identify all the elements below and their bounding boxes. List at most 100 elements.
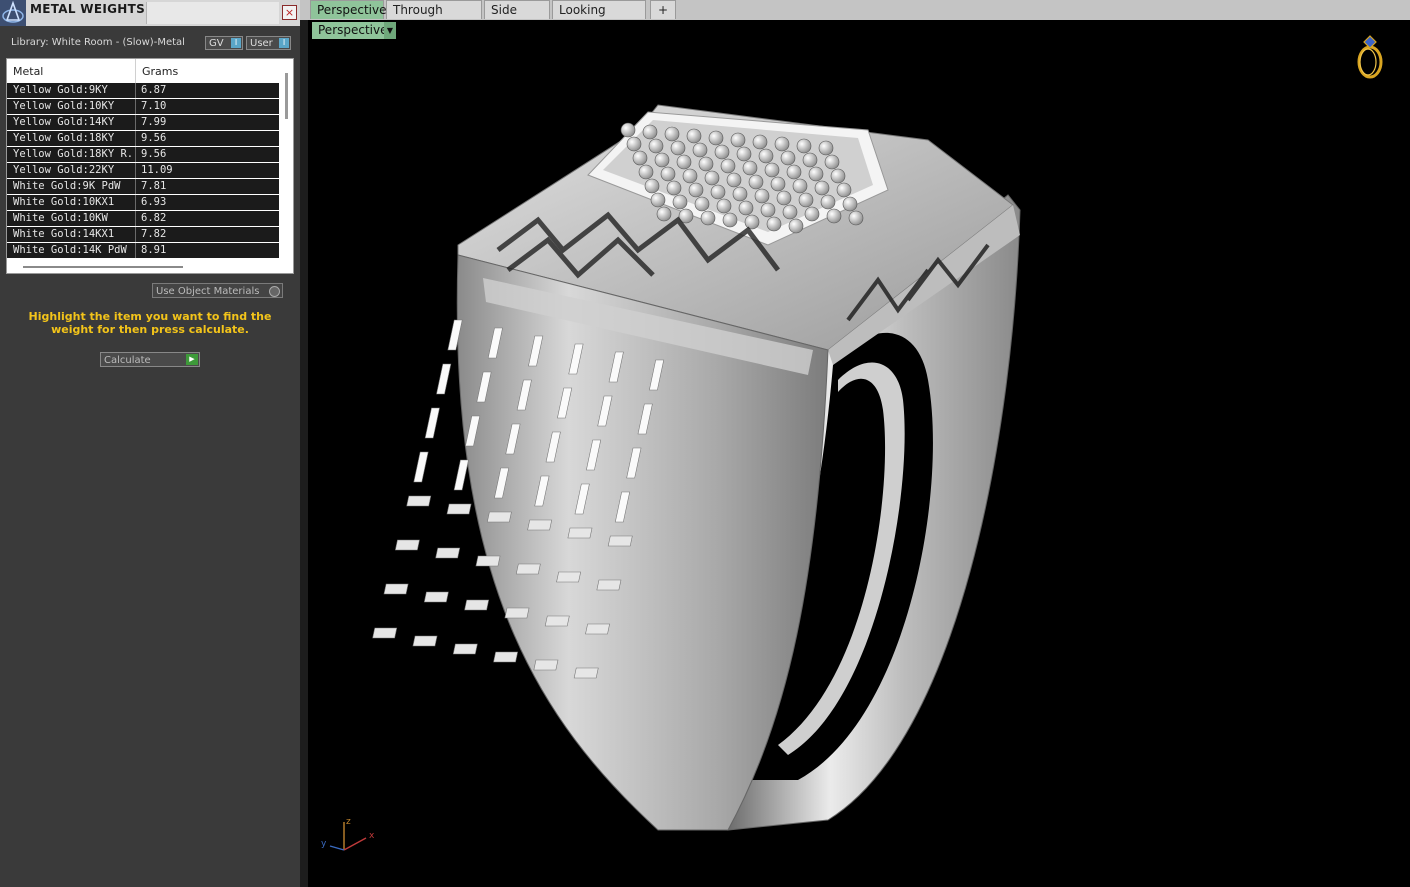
table-body: Yellow Gold:9KY 6.87 Yellow Gold:10KY 7.10… [7, 83, 279, 259]
pave-bead [824, 154, 840, 170]
pave-bead [730, 132, 746, 148]
cell-divider [135, 147, 136, 162]
ring-icon[interactable] [1352, 32, 1388, 83]
view-tab-bar: Perspective Through Finger Side View Loo… [300, 0, 1410, 35]
pave-bead [720, 158, 736, 174]
metal-cell: Yellow Gold:9KY [13, 84, 108, 96]
pave-bead [776, 190, 792, 206]
cell-divider [135, 83, 136, 98]
table-row[interactable]: White Gold:14K PdW 8.91 [7, 243, 279, 258]
cell-divider [135, 195, 136, 210]
table-row[interactable]: Yellow Gold:18KY 9.56 [7, 131, 279, 146]
panel-header: METAL WEIGHTS × [0, 0, 300, 26]
pave-bead [664, 126, 680, 142]
groove [573, 667, 599, 679]
metal-cell: Yellow Gold:18KY R... [13, 148, 133, 160]
grams-cell: 6.87 [141, 84, 167, 96]
gv-toggle[interactable]: GV I [205, 36, 243, 50]
metal-cell: White Gold:10KX1 [13, 196, 115, 208]
pave-bead [642, 124, 658, 140]
table-row[interactable]: White Gold:10KW 6.82 [7, 211, 279, 226]
chevron-down-icon: ▼ [384, 22, 396, 39]
vertical-scrollbar[interactable] [285, 73, 288, 119]
horizontal-scrollbar[interactable] [23, 266, 183, 268]
pave-bead [798, 192, 814, 208]
column-divider[interactable] [135, 59, 136, 83]
cell-divider [135, 115, 136, 130]
calculate-button[interactable]: Calculate ▶ [100, 352, 200, 367]
pave-bead [826, 208, 842, 224]
groove [504, 607, 530, 619]
groove [446, 503, 472, 515]
pave-bead [764, 162, 780, 178]
pave-bead [820, 194, 836, 210]
groove [436, 363, 452, 395]
metal-cell: White Gold:14K PdW [13, 244, 127, 256]
groove [533, 659, 559, 671]
cell-divider [135, 227, 136, 242]
pave-bead [666, 180, 682, 196]
ring-model[interactable] [308, 20, 1410, 887]
view-dropdown[interactable]: Perspective ▼ [312, 22, 396, 39]
pave-bead [770, 176, 786, 192]
pave-bead [774, 136, 790, 152]
axis-z-label: z [346, 817, 351, 827]
pave-bead [694, 196, 710, 212]
pave-bead [814, 180, 830, 196]
tab-side-view[interactable]: Side View [484, 0, 550, 35]
pave-bead [754, 188, 770, 204]
groove [452, 643, 478, 655]
table-row[interactable]: White Gold:14KX1 7.82 [7, 227, 279, 242]
table-row[interactable]: Yellow Gold:22KY 11.09 [7, 163, 279, 178]
grams-cell: 9.56 [141, 132, 167, 144]
user-toggle[interactable]: User I [246, 36, 291, 50]
pave-bead [748, 174, 764, 190]
add-tab-button[interactable]: + [650, 0, 676, 19]
metal-weights-panel: METAL WEIGHTS × Library: White Room - (S… [0, 0, 300, 887]
pave-bead [766, 216, 782, 232]
column-header-grams[interactable]: Grams [142, 65, 178, 78]
pave-bead [802, 152, 818, 168]
use-object-materials-checkbox[interactable]: Use Object Materials [152, 283, 283, 298]
tab-perspective[interactable]: Perspective [310, 0, 387, 19]
pave-bead [682, 168, 698, 184]
app-logo-icon[interactable] [0, 0, 26, 26]
groove [464, 599, 490, 611]
table-row[interactable]: White Gold:9K PdW 7.81 [7, 179, 279, 194]
close-icon[interactable]: × [282, 5, 297, 20]
tab-looking-down[interactable]: Looking Down [552, 0, 646, 35]
pave-bead [688, 182, 704, 198]
pave-bead [830, 168, 846, 184]
metal-cell: Yellow Gold:10KY [13, 100, 115, 112]
cell-divider [135, 243, 136, 258]
pave-bead [848, 210, 864, 226]
table-row[interactable]: Yellow Gold:10KY 7.10 [7, 99, 279, 114]
pave-bead [742, 160, 758, 176]
3d-viewport[interactable]: Perspective ▼ z x y [308, 20, 1410, 887]
panel-title: METAL WEIGHTS [30, 2, 146, 16]
groove [544, 615, 570, 627]
metal-cell: White Gold:10KW [13, 212, 108, 224]
groove [556, 571, 582, 583]
cell-divider [135, 179, 136, 194]
pave-bead [736, 146, 752, 162]
pave-bead [836, 182, 852, 198]
axis-x-label: x [369, 831, 375, 841]
column-header-metal[interactable]: Metal [13, 65, 43, 78]
grams-cell: 7.81 [141, 180, 167, 192]
table-row[interactable]: Yellow Gold:14KY 7.99 [7, 115, 279, 130]
pave-bead [796, 138, 812, 154]
axis-gizmo-icon: z x y [316, 816, 376, 859]
pave-bead [710, 184, 726, 200]
groove [607, 535, 633, 547]
groove [413, 451, 429, 483]
pave-bead [676, 154, 692, 170]
table-row[interactable]: Yellow Gold:18KY R... 9.56 [7, 147, 279, 162]
pave-bead [722, 212, 738, 228]
groove [423, 591, 449, 603]
cell-divider [135, 211, 136, 226]
table-row[interactable]: White Gold:10KX1 6.93 [7, 195, 279, 210]
pave-bead [692, 142, 708, 158]
table-row[interactable]: Yellow Gold:9KY 6.87 [7, 83, 279, 98]
tab-through-finger[interactable]: Through Finger [386, 0, 482, 35]
